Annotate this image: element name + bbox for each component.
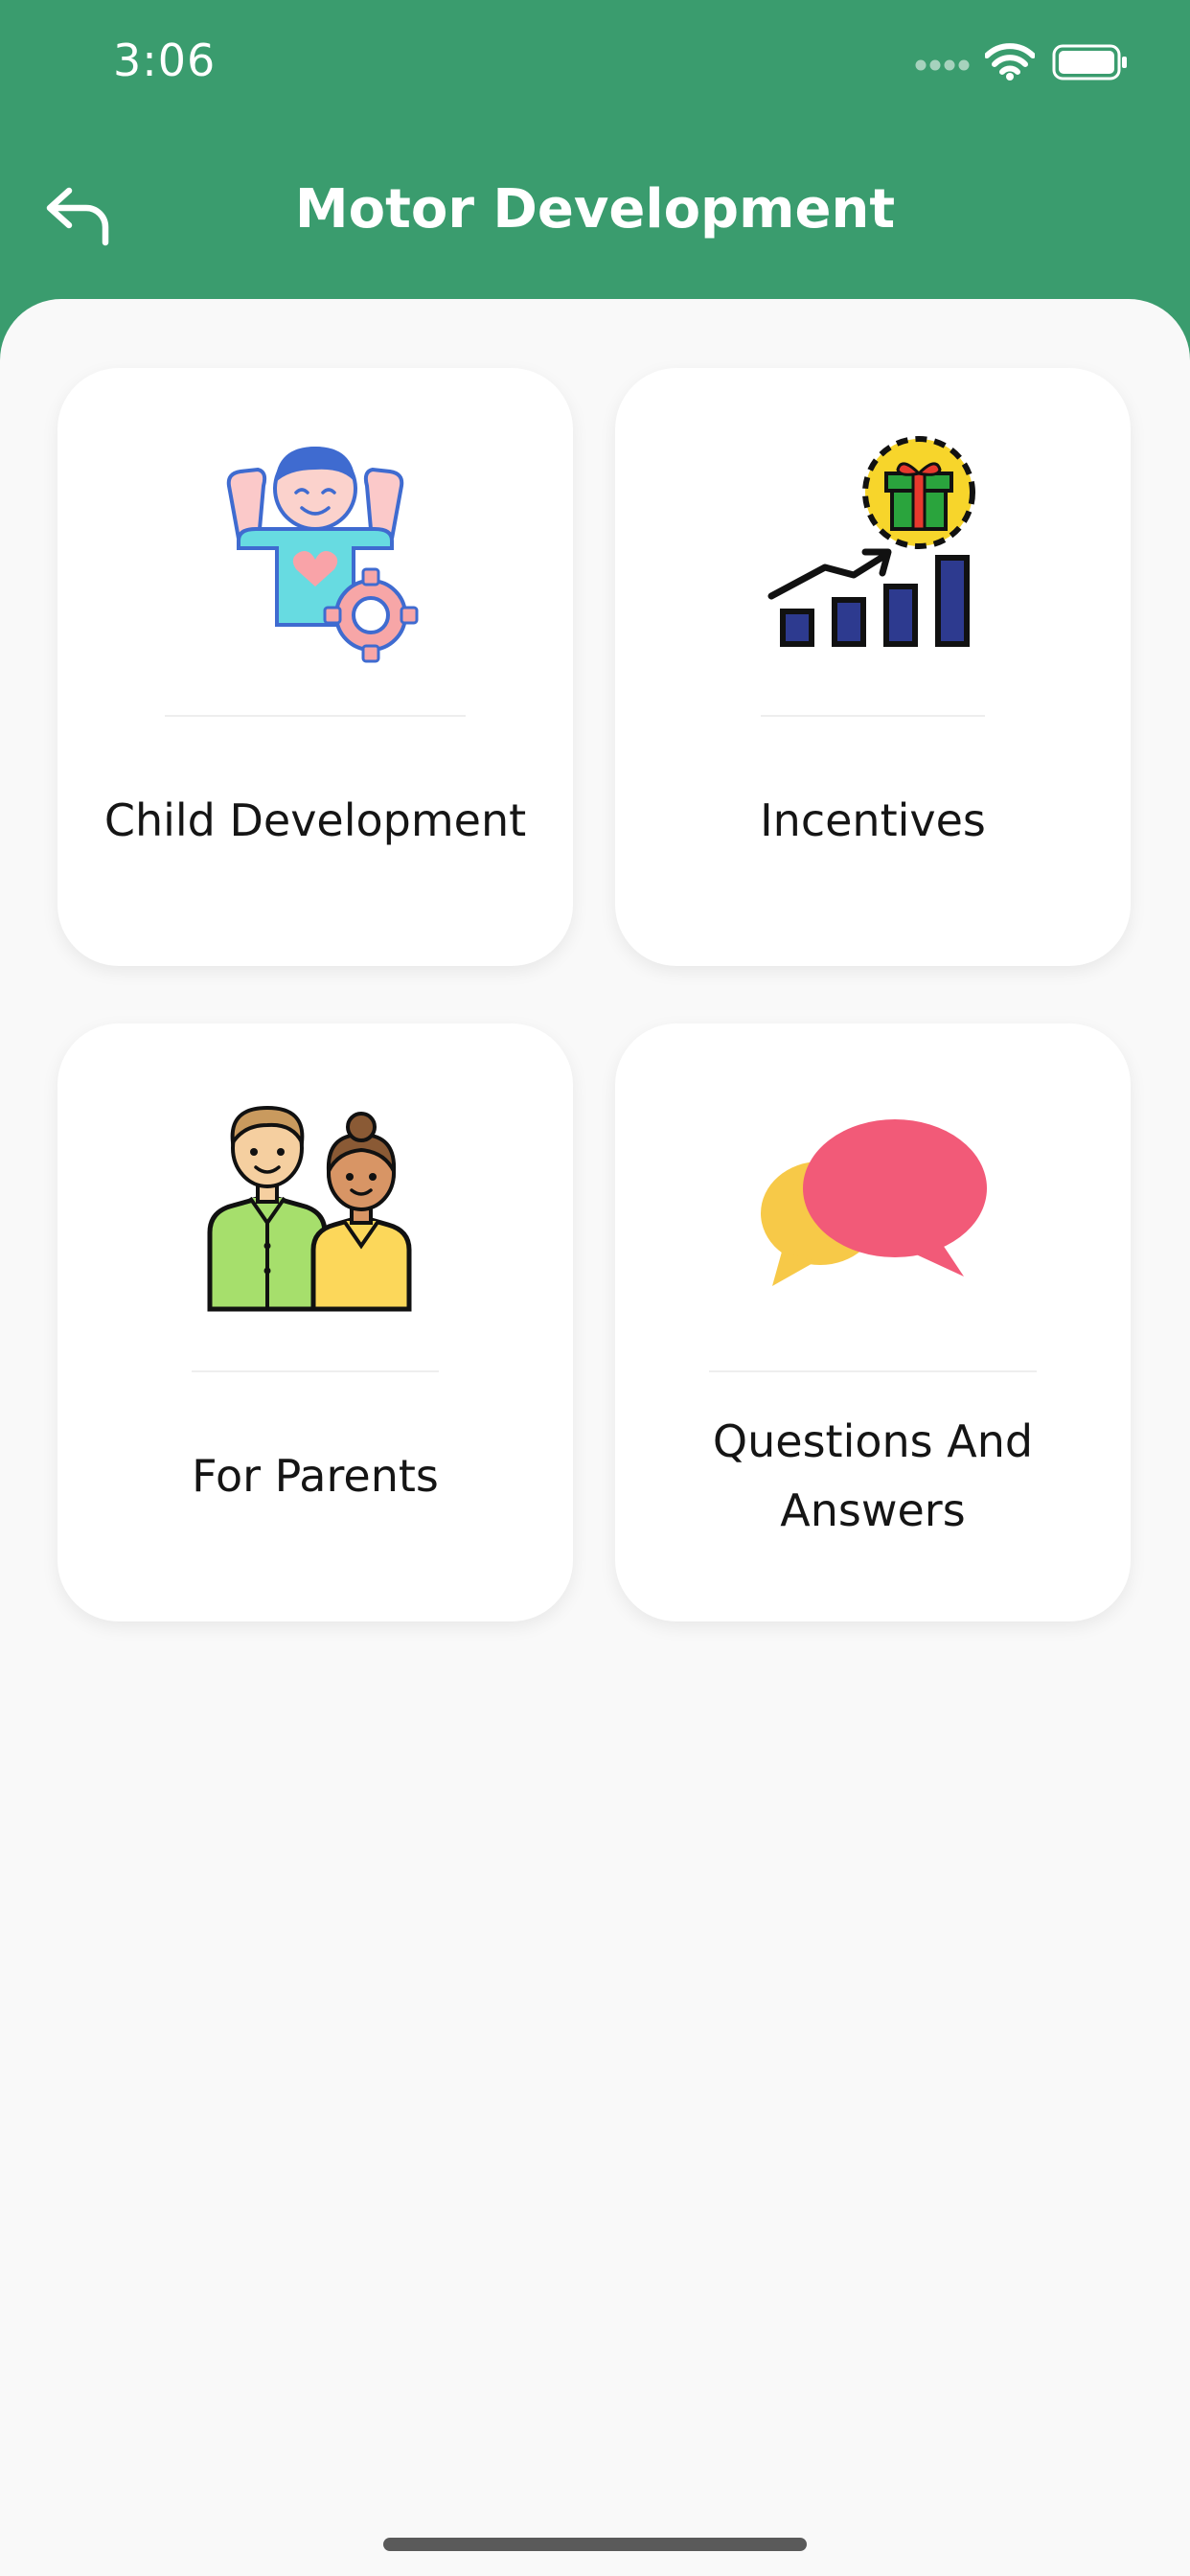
qa-bubbles-icon xyxy=(761,1119,987,1286)
navigation-bar: Motor Development xyxy=(0,144,1190,297)
card-incentives[interactable]: Incentives xyxy=(615,368,1131,966)
card-child-development[interactable]: Child Development xyxy=(57,368,573,966)
card-divider xyxy=(165,715,466,717)
card-for-parents[interactable]: For Parents xyxy=(57,1024,573,1622)
parents-icon xyxy=(207,1105,412,1312)
battery-icon xyxy=(1052,44,1129,86)
status-time: 3:06 xyxy=(113,34,217,86)
card-divider xyxy=(761,715,985,717)
card-label: Questions And Answers xyxy=(712,1415,1034,1536)
card-divider xyxy=(192,1370,439,1372)
card-label: Child Development xyxy=(103,794,527,846)
card-questions-and-answers[interactable]: Questions And Answers xyxy=(615,1024,1131,1622)
card-divider xyxy=(709,1370,1037,1372)
card-label: Incentives xyxy=(760,794,986,846)
card-label: For Parents xyxy=(192,1450,439,1502)
page-title: Motor Development xyxy=(294,178,896,241)
incentives-chart-icon xyxy=(767,436,975,647)
child-development-icon xyxy=(226,447,419,663)
home-indicator[interactable] xyxy=(383,2538,807,2551)
status-bar: 3:06 xyxy=(0,0,1190,144)
content-area: Child Development Incentives For Parents… xyxy=(0,299,1190,2576)
wifi-icon xyxy=(984,42,1036,84)
cellular-signal-icon xyxy=(915,58,971,76)
